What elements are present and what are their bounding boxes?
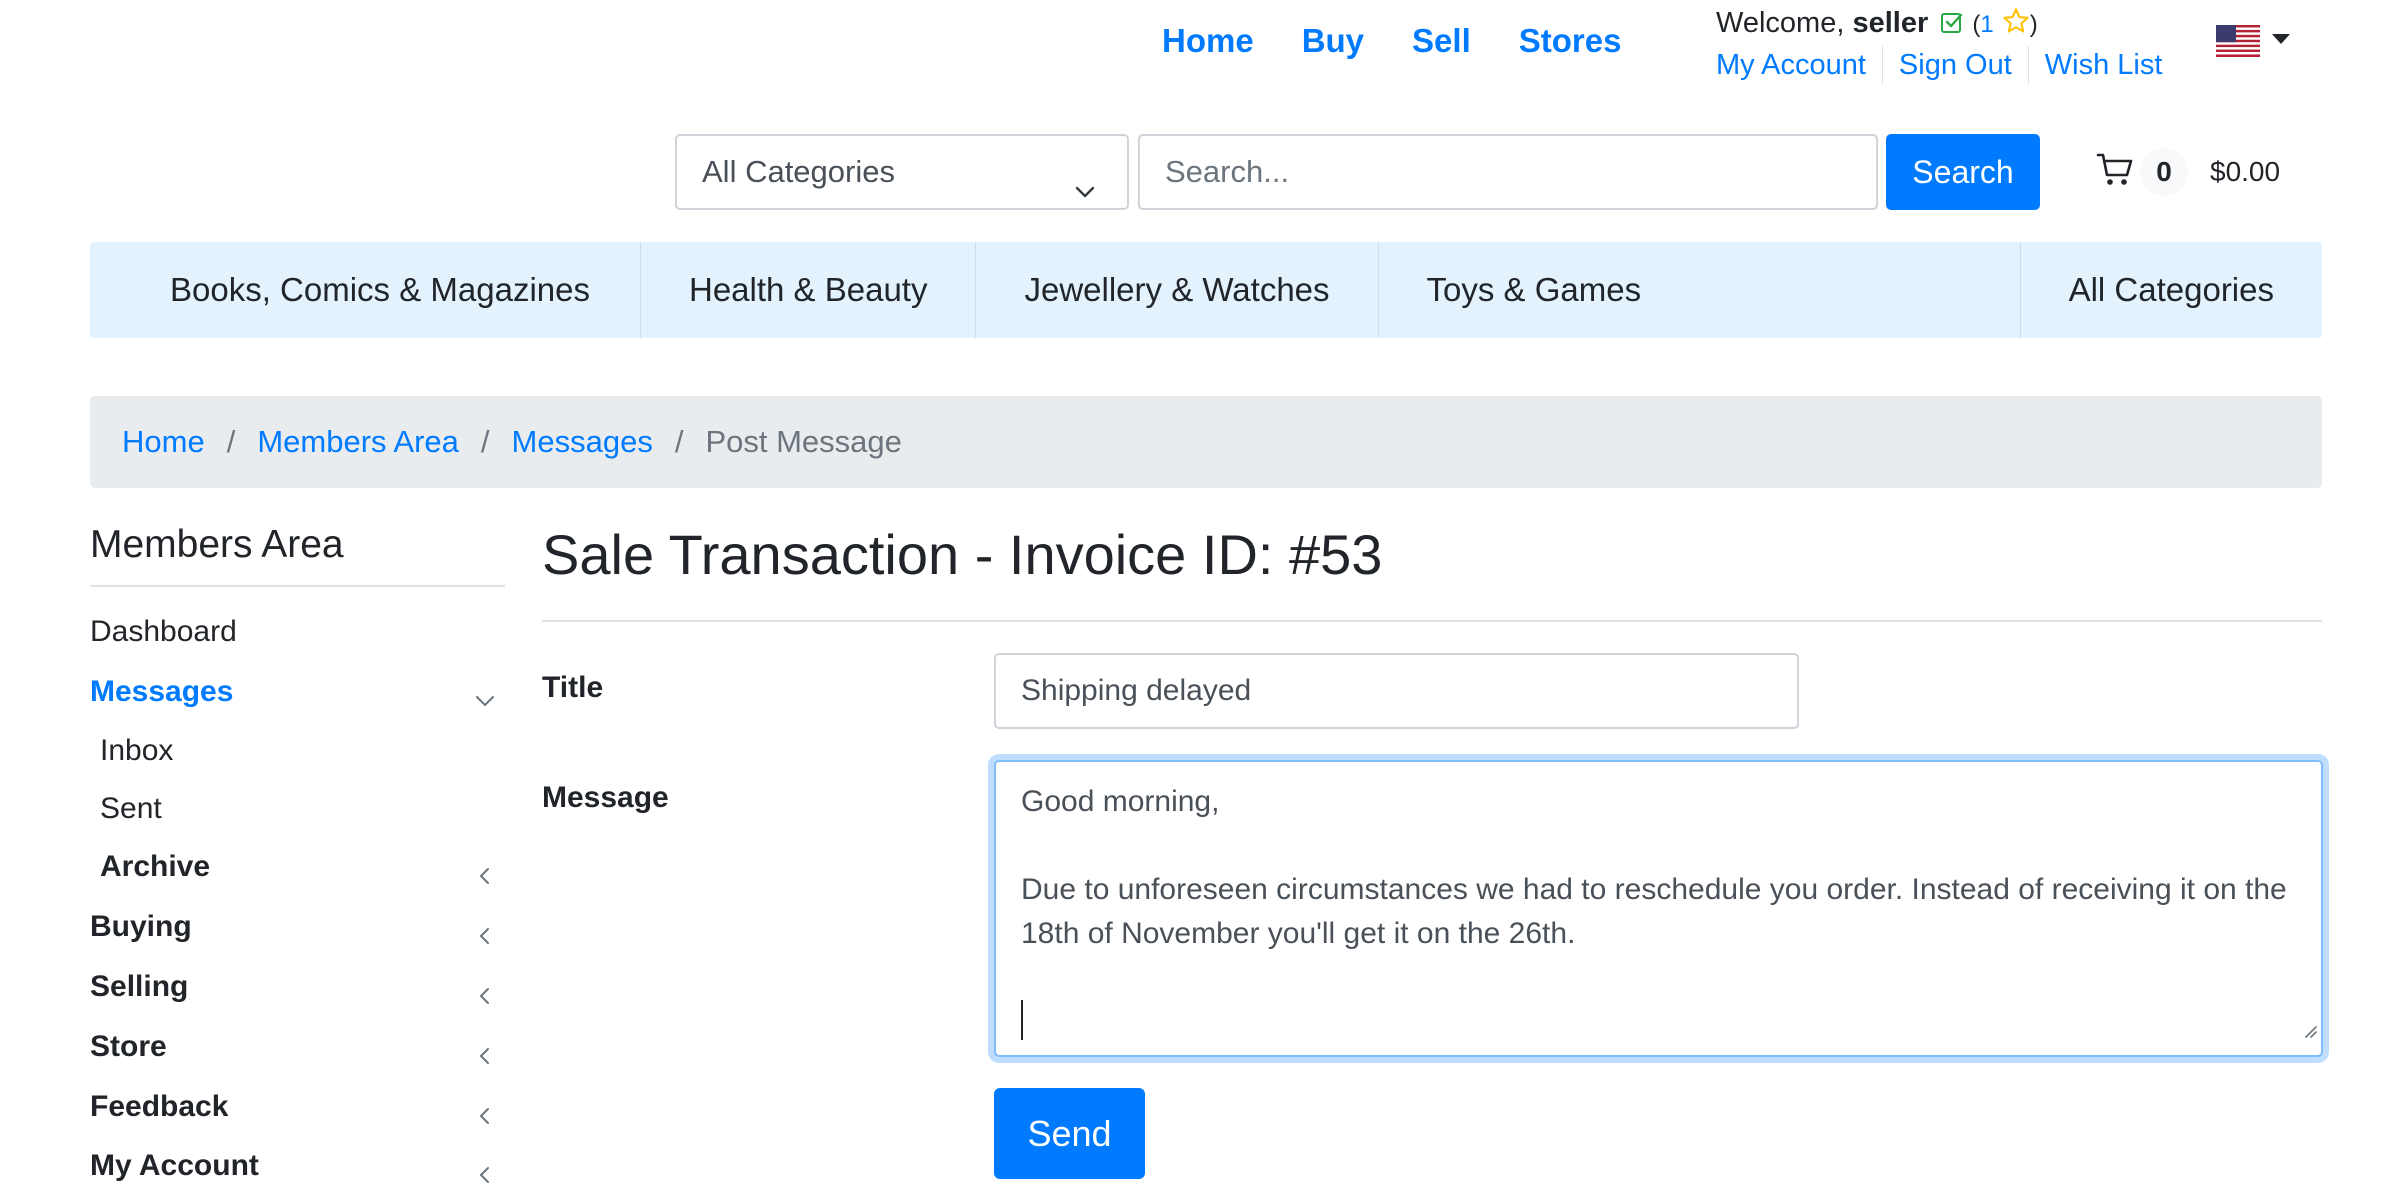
nav-buy-link[interactable]: Buy — [1302, 20, 1364, 62]
breadcrumb: Home / Members Area / Messages / Post Me… — [90, 396, 2322, 488]
sidebar-item-label: Inbox — [100, 734, 174, 767]
username[interactable]: seller — [1852, 7, 1928, 39]
title-label: Title — [542, 671, 604, 704]
sidebar-item-label: Messages — [90, 675, 234, 708]
sidebar-item-archive[interactable]: Archive — [100, 847, 495, 887]
sidebar-item-messages[interactable]: Messages — [90, 672, 495, 712]
my-account-link[interactable]: My Account — [1716, 46, 1882, 84]
category-select[interactable]: All Categories — [675, 134, 1129, 210]
category-health-beauty[interactable]: Health & Beauty — [641, 242, 977, 338]
chevron-left-icon — [475, 1097, 495, 1137]
category-books[interactable]: Books, Comics & Magazines — [90, 242, 641, 338]
welcome-text: Welcome, — [1716, 7, 1845, 39]
nav-stores-link[interactable]: Stores — [1519, 20, 1622, 62]
sidebar-item-store[interactable]: Store — [90, 1027, 495, 1067]
breadcrumb-home[interactable]: Home — [122, 424, 205, 460]
message-textarea[interactable]: Good morning, Due to unforeseen circumst… — [994, 760, 2323, 1057]
chevron-left-icon — [475, 857, 495, 897]
chevron-down-icon — [1073, 158, 1097, 230]
sidebar-item-label: Store — [90, 1030, 167, 1063]
cart-total[interactable]: $0.00 — [2210, 152, 2280, 192]
category-select-value: All Categories — [702, 154, 895, 189]
account-links: My Account Sign Out Wish List — [1716, 46, 2178, 84]
category-toys-games[interactable]: Toys & Games — [1379, 242, 2020, 338]
language-caret-icon[interactable] — [2272, 34, 2290, 44]
main-nav: Home Buy Sell Stores — [1162, 20, 1621, 62]
chevron-left-icon — [475, 1156, 495, 1184]
cart-count-badge[interactable]: 0 — [2140, 148, 2188, 196]
text-cursor — [1021, 1000, 1023, 1040]
breadcrumb-members-area[interactable]: Members Area — [257, 424, 459, 460]
sidebar-item-label: Sent — [100, 792, 162, 825]
sidebar-item-dashboard[interactable]: Dashboard — [90, 612, 495, 652]
category-all[interactable]: All Categories — [2019, 242, 2322, 338]
send-button[interactable]: Send — [994, 1088, 1145, 1179]
chevron-left-icon — [475, 917, 495, 957]
star-icon — [2002, 7, 2030, 45]
sidebar-item-buying[interactable]: Buying — [90, 907, 495, 947]
chevron-left-icon — [475, 977, 495, 1017]
sidebar-divider — [90, 585, 505, 587]
breadcrumb-current: Post Message — [705, 424, 902, 459]
breadcrumb-separator: / — [480, 424, 490, 459]
page-title: Sale Transaction - Invoice ID: #53 — [542, 523, 1383, 586]
search-input[interactable] — [1138, 134, 1878, 210]
sidebar-item-label: Selling — [90, 970, 189, 1003]
chevron-down-icon — [475, 682, 495, 722]
nav-home-link[interactable]: Home — [1162, 20, 1254, 62]
search-button[interactable]: Search — [1886, 134, 2040, 210]
sidebar-item-label: Buying — [90, 910, 192, 943]
sidebar-item-inbox[interactable]: Inbox — [100, 731, 495, 771]
sidebar-item-label: Dashboard — [90, 615, 237, 648]
breadcrumb-separator: / — [674, 424, 684, 459]
resize-grip-icon[interactable] — [2301, 1007, 2317, 1051]
welcome-message: Welcome, seller (1 ) — [1716, 4, 2038, 45]
title-field[interactable]: Shipping delayed — [994, 653, 1799, 729]
sidebar-item-selling[interactable]: Selling — [90, 967, 495, 1007]
title-divider — [542, 620, 2322, 622]
breadcrumb-separator: / — [226, 424, 236, 459]
category-bar: Books, Comics & Magazines Health & Beaut… — [90, 242, 2322, 338]
sidebar-item-feedback[interactable]: Feedback — [90, 1087, 495, 1127]
sidebar-item-sent[interactable]: Sent — [100, 789, 495, 829]
sidebar-item-my-account[interactable]: My Account — [90, 1146, 495, 1184]
chevron-left-icon — [475, 1037, 495, 1077]
sidebar-item-label: Archive — [100, 850, 211, 883]
us-flag-icon[interactable] — [2216, 25, 2260, 57]
wish-list-link[interactable]: Wish List — [2027, 46, 2179, 84]
category-jewellery-watches[interactable]: Jewellery & Watches — [976, 242, 1379, 338]
check-square-icon — [1940, 7, 1964, 45]
feedback-score[interactable]: 1 — [1980, 11, 1993, 38]
rating-paren-close: ) — [2029, 11, 2038, 38]
message-textarea-value: Good morning, Due to unforeseen circumst… — [1021, 785, 2287, 950]
title-field-value: Shipping delayed — [1021, 674, 1252, 707]
nav-sell-link[interactable]: Sell — [1412, 20, 1471, 62]
message-label: Message — [542, 781, 669, 814]
cart-icon[interactable] — [2096, 152, 2134, 193]
sign-out-link[interactable]: Sign Out — [1881, 46, 2028, 84]
sidebar-item-label: My Account — [90, 1149, 259, 1182]
sidebar-title: Members Area — [90, 523, 344, 566]
sidebar-item-label: Feedback — [90, 1090, 229, 1123]
breadcrumb-messages[interactable]: Messages — [512, 424, 653, 460]
